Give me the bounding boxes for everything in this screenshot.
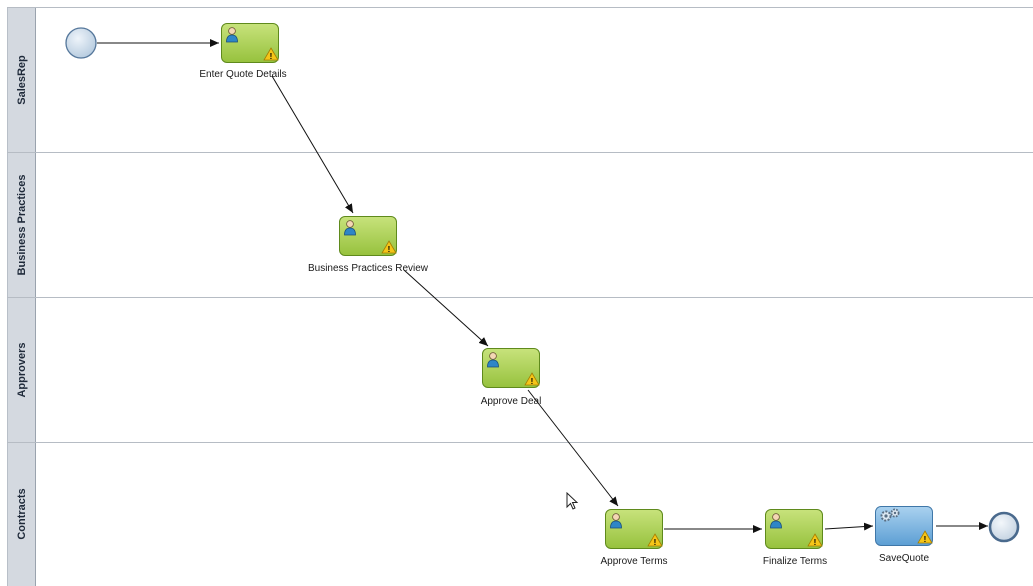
warning-icon: ! [380,239,397,254]
warning-icon: ! [806,532,823,547]
sequence-flow[interactable] [527,389,619,507]
task-label: Enter Quote Details [199,69,287,80]
user-icon [343,219,356,235]
start-event[interactable] [65,27,97,59]
mouse-cursor-icon [566,492,579,510]
svg-text:!: ! [653,538,656,547]
diagram-svg [65,27,1020,543]
user-icon [769,512,782,528]
user-icon [486,351,499,367]
user-icon [609,512,622,528]
task-enter-quote-details[interactable]: ! [221,23,279,63]
svg-text:!: ! [813,538,816,547]
warning-icon: ! [646,532,663,547]
task-label: SaveQuote [878,553,930,564]
task-finalize-terms[interactable]: ! [765,509,823,549]
task-business-practices-review[interactable]: ! [339,216,397,256]
sequence-flow[interactable] [403,269,489,347]
gears-icon [880,508,899,521]
task-label: Approve Deal [480,396,542,407]
process-canvas: SalesRep Business Practices Approvers Co… [0,0,1033,586]
svg-text:!: ! [387,245,390,254]
warning-icon: ! [523,371,540,386]
task-label: Business Practices Review [307,263,429,274]
task-approve-deal[interactable]: ! [482,348,540,388]
sequence-flow[interactable] [824,522,874,531]
svg-text:!: ! [269,52,272,61]
warning-icon: ! [262,46,279,61]
task-label: Approve Terms [600,556,668,567]
svg-text:!: ! [923,535,926,544]
task-label: Finalize Terms [762,556,828,567]
user-icon [225,26,238,42]
end-event[interactable] [988,511,1020,543]
svg-text:!: ! [530,377,533,386]
warning-icon: ! [916,529,933,544]
task-savequote[interactable]: ! [875,506,933,546]
sequence-flow[interactable] [271,75,354,214]
task-approve-terms[interactable]: ! [605,509,663,549]
